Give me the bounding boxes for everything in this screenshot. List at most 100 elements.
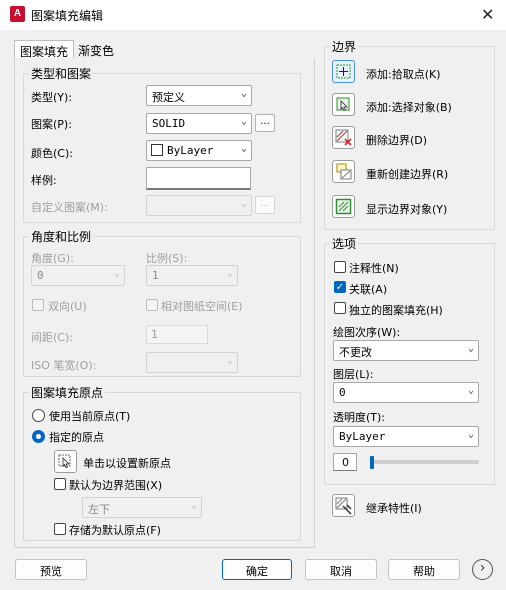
- default-extents-label: 默认为边界范围(X): [69, 479, 163, 492]
- layer-select[interactable]: 0 ⌄: [333, 382, 479, 403]
- pattern-browse-button[interactable]: ...: [255, 114, 275, 132]
- view-boundary-icon: [335, 198, 352, 215]
- angle-select[interactable]: 0 ⌄: [31, 265, 125, 286]
- store-default-origin-label: 存储为默认原点(F): [69, 524, 161, 537]
- draw-order-label: 绘图次序(W):: [333, 326, 401, 339]
- separate-hatches-checkbox[interactable]: [334, 302, 346, 314]
- default-extents-checkbox[interactable]: [54, 478, 66, 490]
- pattern-value: SOLID: [152, 117, 186, 130]
- transparency-slider[interactable]: [370, 460, 479, 464]
- recreate-boundary-label: 重新创建边界(R): [366, 168, 449, 181]
- preview-button[interactable]: 预览: [15, 559, 87, 580]
- window-title: 图案填充编辑: [31, 9, 104, 23]
- angle-value: 0: [37, 269, 44, 282]
- layer-value: 0: [339, 386, 346, 399]
- boundaries-title: 边界: [330, 38, 359, 55]
- transparency-value: ByLayer: [339, 430, 386, 443]
- type-value: 预定义: [152, 91, 185, 104]
- recreate-boundary-icon: [336, 163, 352, 180]
- type-select[interactable]: 预定义 ⌄: [146, 85, 252, 106]
- set-origin-button[interactable]: [54, 450, 77, 473]
- options-title: 选项: [330, 235, 359, 252]
- swatch-label: 样例:: [31, 174, 57, 187]
- chevron-down-icon: ⌄: [190, 500, 197, 511]
- store-default-origin-checkbox[interactable]: [54, 523, 66, 535]
- spacing-label: 间距(C):: [31, 331, 73, 344]
- specified-origin-radio[interactable]: [32, 430, 45, 443]
- chevron-down-icon: ⌄: [467, 343, 474, 354]
- transparency-amount-input[interactable]: 0: [333, 453, 357, 471]
- select-objects-icon: [336, 97, 350, 111]
- angle-scale-title: 角度和比例: [29, 228, 94, 245]
- chevron-down-icon: ⌄: [226, 355, 233, 366]
- scale-select[interactable]: 1 ⌄: [146, 265, 238, 286]
- close-icon[interactable]: ✕: [481, 5, 494, 24]
- use-current-origin-label: 使用当前原点(T): [49, 410, 131, 423]
- more-options-button[interactable]: ›: [472, 559, 493, 580]
- inherit-properties-button[interactable]: [332, 494, 355, 517]
- origin-position-select[interactable]: 左下 ⌄: [82, 497, 202, 518]
- origin-position-value: 左下: [88, 503, 110, 516]
- iso-pen-width-select[interactable]: ⌄: [146, 352, 238, 373]
- pattern-label: 图案(P):: [31, 118, 72, 131]
- add-select-objects-button[interactable]: [332, 93, 355, 116]
- relative-paper-space-checkbox[interactable]: [146, 299, 158, 311]
- color-label: 颜色(C):: [31, 147, 73, 160]
- custom-browse-button[interactable]: ...: [255, 196, 275, 214]
- ok-button[interactable]: 确定: [222, 559, 292, 580]
- iso-pen-width-label: ISO 笔宽(O):: [31, 359, 97, 372]
- set-origin-icon: [58, 454, 71, 468]
- scale-label: 比例(S):: [146, 252, 188, 265]
- type-pattern-title: 类型和图案: [29, 65, 94, 82]
- double-checkbox[interactable]: [32, 299, 44, 311]
- chevron-down-icon: ⌄: [240, 88, 247, 99]
- help-button[interactable]: 帮助: [388, 559, 460, 580]
- type-label: 类型(Y):: [31, 91, 73, 104]
- transparency-label: 透明度(T):: [333, 411, 386, 424]
- color-select[interactable]: ByLayer ⌄: [146, 140, 252, 161]
- transparency-select[interactable]: ByLayer ⌄: [333, 426, 479, 447]
- view-boundary-objects-button[interactable]: [332, 195, 355, 218]
- color-swatch-icon: [151, 144, 163, 156]
- add-pick-points-button[interactable]: [332, 60, 355, 83]
- remove-boundary-icon: [335, 129, 352, 146]
- annotative-label: 注释性(N): [349, 262, 399, 275]
- chevron-down-icon: ⌄: [240, 116, 247, 127]
- draw-order-value: 不更改: [339, 346, 372, 359]
- separate-hatches-label: 独立的图案填充(H): [349, 304, 443, 317]
- remove-boundaries-button[interactable]: [332, 126, 355, 149]
- options-group: [324, 243, 495, 485]
- view-boundary-objects-label: 显示边界对象(Y): [366, 203, 448, 216]
- color-value: ByLayer: [167, 144, 214, 157]
- pattern-swatch[interactable]: [146, 167, 251, 190]
- associative-checkbox[interactable]: ✓: [334, 281, 346, 293]
- chevron-down-icon: ⌄: [113, 268, 120, 279]
- layer-label: 图层(L):: [333, 368, 374, 381]
- set-origin-label: 单击以设置新原点: [83, 457, 171, 470]
- tab-hatch[interactable]: 图案填充: [14, 40, 75, 60]
- chevron-down-icon: ⌄: [467, 429, 474, 440]
- add-select-objects-label: 添加:选择对象(B): [366, 101, 452, 114]
- hatch-origin-title: 图案填充原点: [29, 384, 106, 401]
- custom-pattern-select[interactable]: ⌄: [146, 195, 252, 216]
- tab-gradient[interactable]: 渐变色: [73, 40, 119, 59]
- custom-pattern-label: 自定义图案(M):: [31, 201, 108, 214]
- inherit-properties-icon: [335, 497, 352, 515]
- spacing-input[interactable]: 1: [146, 325, 208, 344]
- associative-label: 关联(A): [349, 283, 388, 296]
- inherit-properties-label: 继承特性(I): [366, 502, 422, 515]
- draw-order-select[interactable]: 不更改 ⌄: [333, 340, 479, 361]
- chevron-down-icon: ⌄: [240, 198, 247, 209]
- transparency-slider-thumb[interactable]: [370, 456, 374, 469]
- use-current-origin-radio[interactable]: [32, 409, 45, 422]
- add-pick-points-label: 添加:拾取点(K): [366, 68, 441, 81]
- recreate-boundary-button[interactable]: [332, 160, 355, 183]
- autocad-app-icon: A: [10, 6, 25, 22]
- scale-value: 1: [152, 269, 159, 282]
- annotative-checkbox[interactable]: [334, 261, 346, 273]
- angle-label: 角度(G):: [31, 252, 74, 265]
- cancel-button[interactable]: 取消: [305, 559, 377, 580]
- double-label: 双向(U): [48, 300, 87, 313]
- chevron-down-icon: ⌄: [240, 143, 247, 154]
- pattern-select[interactable]: SOLID ⌄: [146, 113, 252, 134]
